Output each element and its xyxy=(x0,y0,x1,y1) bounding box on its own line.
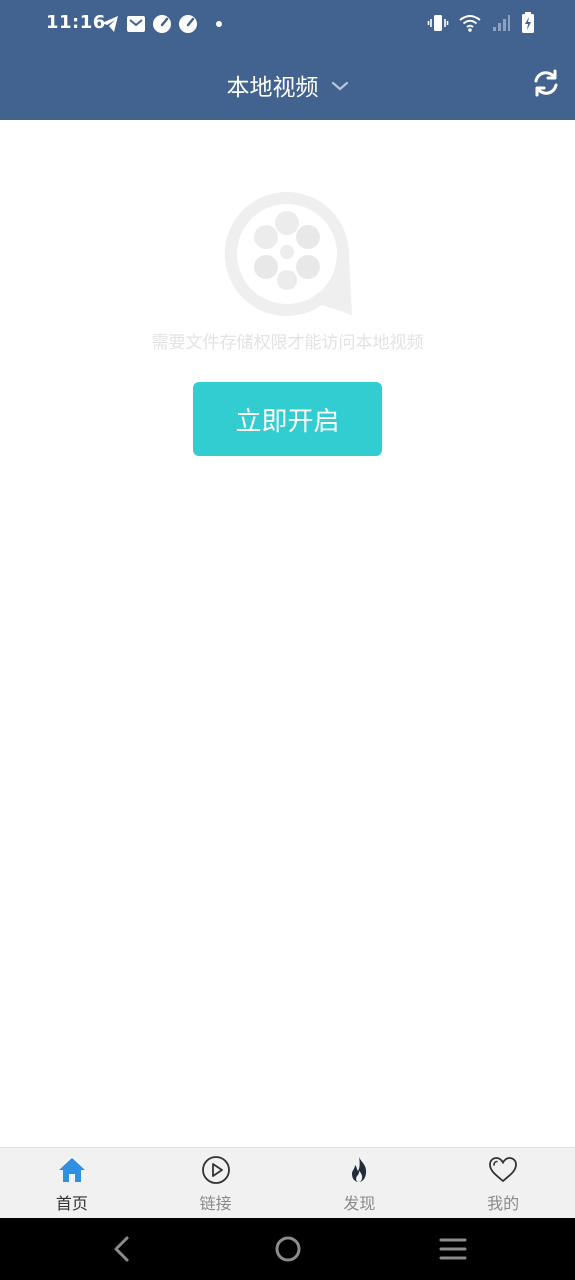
signal-icon xyxy=(493,15,510,31)
mail-icon xyxy=(127,16,145,32)
enable-now-button[interactable]: 立即开启 xyxy=(193,382,382,456)
page-title: 本地视频 xyxy=(226,75,319,101)
vibrate-icon xyxy=(427,15,449,31)
refresh-icon[interactable] xyxy=(531,68,561,98)
nav-label-discover: 发现 xyxy=(343,1194,376,1213)
title-dropdown[interactable]: 本地视频 xyxy=(0,60,575,110)
wifi-icon xyxy=(459,15,481,32)
status-bar: 11:16 xyxy=(0,0,575,48)
nav-label-home: 首页 xyxy=(55,1194,88,1213)
nav-label-mine: 我的 xyxy=(487,1194,520,1213)
nav-item-home[interactable]: 首页 xyxy=(0,1148,144,1219)
flame-icon xyxy=(352,1157,367,1182)
speed-icon xyxy=(153,15,171,33)
play-circle-icon xyxy=(201,1156,230,1184)
nav-item-discover[interactable]: 发现 xyxy=(288,1148,432,1219)
notification-dot xyxy=(216,21,222,27)
home-icon xyxy=(58,1158,85,1182)
permission-hint: 需要文件存储权限才能访问本地视频 xyxy=(151,333,424,353)
nav-item-mine[interactable]: 我的 xyxy=(431,1148,575,1219)
nav-label-link: 链接 xyxy=(199,1194,232,1213)
back-icon[interactable] xyxy=(107,1234,137,1264)
system-nav-bar xyxy=(0,1218,575,1280)
battery-charging-icon xyxy=(522,12,534,33)
menu-icon[interactable] xyxy=(438,1234,468,1264)
status-time: 11:16 xyxy=(46,12,106,33)
telegram-icon xyxy=(102,16,118,32)
nav-item-link[interactable]: 链接 xyxy=(144,1148,288,1219)
chevron-down-icon xyxy=(331,81,348,91)
heart-icon xyxy=(489,1157,518,1183)
app-header: 11:16 本地视频 xyxy=(0,0,575,120)
film-reel-icon xyxy=(224,191,352,316)
status-right-icons xyxy=(427,12,535,34)
speed-icon xyxy=(179,15,197,33)
home-circle-icon[interactable] xyxy=(273,1234,303,1264)
status-left-icons xyxy=(100,13,222,35)
bottom-nav: 首页 链接 发现 我的 xyxy=(0,1147,575,1219)
